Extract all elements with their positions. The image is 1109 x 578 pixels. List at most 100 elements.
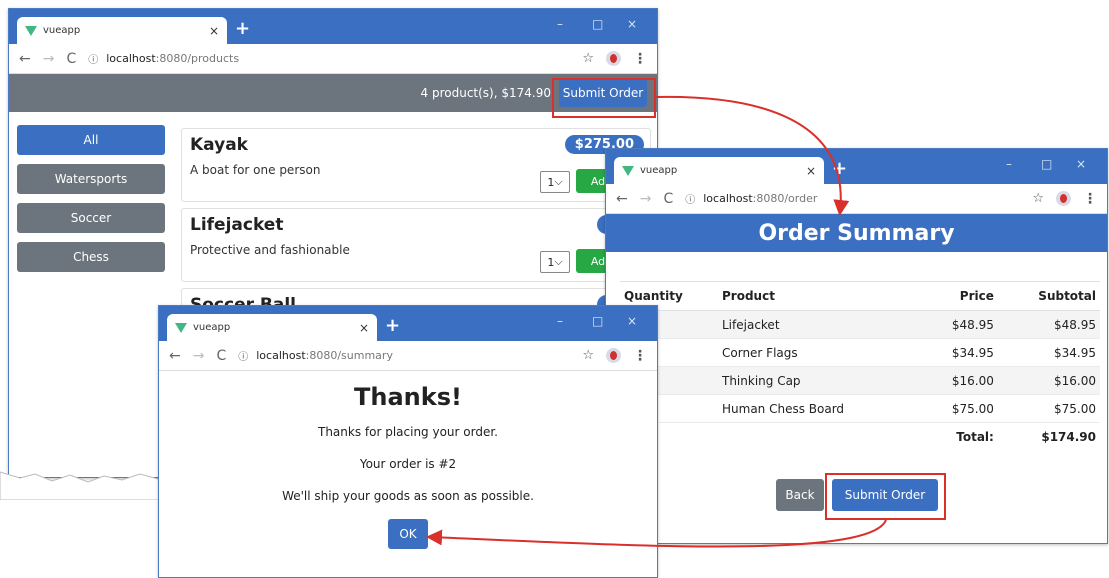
info-icon[interactable]: ⓘ	[88, 51, 98, 66]
browser-tab[interactable]: vueapp ×	[167, 314, 377, 341]
column-header: Price	[920, 281, 998, 311]
new-tab-button[interactable]: +	[385, 315, 400, 336]
info-icon[interactable]: ⓘ	[685, 191, 695, 206]
url-field[interactable]: ⓘ localhost:8080/order	[685, 191, 1032, 206]
thanks-heading: Thanks!	[354, 383, 462, 411]
product-card: Lifejacket Protective and fashionable $4…	[181, 208, 651, 282]
menu-icon[interactable]: ⋮	[633, 348, 647, 364]
summary-browser-window: vueapp × + – □ × ← → C ⓘ localhost:8080/…	[158, 305, 658, 578]
product-description: Protective and fashionable	[190, 243, 350, 257]
back-arrow-icon[interactable]: ←	[616, 191, 628, 207]
back-arrow-icon[interactable]: ←	[169, 348, 181, 364]
browser-tab[interactable]: vueapp ×	[614, 157, 824, 184]
menu-icon[interactable]: ⋮	[633, 51, 647, 67]
table-header-row: Quantity Product Price Subtotal	[620, 281, 1100, 311]
tab-title: vueapp	[640, 165, 678, 176]
extension-icon[interactable]	[606, 51, 621, 66]
quantity-select[interactable]: 1 ⌵	[540, 171, 570, 193]
category-soccer-button[interactable]: Soccer	[17, 203, 165, 233]
browser-tab[interactable]: vueapp ×	[17, 17, 227, 44]
table-row: Thinking Cap $16.00 $16.00	[620, 366, 1100, 395]
highlight-submit-products	[552, 78, 656, 118]
forward-arrow-icon[interactable]: →	[193, 348, 205, 364]
new-tab-button[interactable]: +	[235, 18, 250, 39]
price-cell: $75.00	[920, 394, 998, 423]
bookmark-star-icon[interactable]: ☆	[1032, 191, 1044, 206]
url-path: :8080/products	[155, 52, 240, 65]
table-row: Lifejacket $48.95 $48.95	[620, 310, 1100, 339]
extension-icon[interactable]	[1056, 191, 1071, 206]
column-header: Product	[718, 281, 921, 311]
product-name: Lifejacket	[190, 215, 284, 235]
price-cell: $34.95	[920, 338, 998, 367]
close-tab-icon[interactable]: ×	[806, 164, 816, 178]
price-cell: $48.95	[920, 310, 998, 339]
highlight-submit-order	[825, 473, 946, 520]
product-cell: Thinking Cap	[718, 366, 921, 395]
maximize-button[interactable]: □	[592, 314, 603, 328]
vue-logo-icon	[175, 322, 187, 333]
ok-button[interactable]: OK	[388, 519, 428, 549]
url-host: localhost	[703, 192, 753, 205]
close-tab-icon[interactable]: ×	[209, 24, 219, 38]
category-all-button[interactable]: All	[17, 125, 165, 155]
reload-icon[interactable]: C	[663, 191, 673, 207]
subtotal-cell: $16.00	[997, 366, 1100, 395]
address-bar: ← → C ⓘ localhost:8080/summary ☆ ⋮	[159, 341, 657, 371]
category-watersports-button[interactable]: Watersports	[17, 164, 165, 194]
order-number-text: Your order is #2	[359, 457, 457, 471]
subtotal-cell: $75.00	[997, 394, 1100, 423]
column-header: Subtotal	[997, 281, 1100, 311]
url-host: localhost	[106, 52, 156, 65]
forward-arrow-icon[interactable]: →	[640, 191, 652, 207]
url-path: :8080/summary	[305, 349, 393, 362]
info-icon[interactable]: ⓘ	[238, 348, 248, 363]
order-table: Quantity Product Price Subtotal Lifejack…	[620, 281, 1100, 451]
back-arrow-icon[interactable]: ←	[19, 51, 31, 67]
tab-title: vueapp	[193, 322, 231, 333]
minimize-button[interactable]: –	[557, 17, 563, 31]
vue-logo-icon	[622, 165, 634, 176]
bookmark-star-icon[interactable]: ☆	[582, 348, 594, 363]
close-window-button[interactable]: ×	[627, 314, 637, 328]
thanks-message: Thanks for placing your order.	[317, 425, 498, 439]
close-window-button[interactable]: ×	[627, 17, 637, 31]
total-label: Total:	[956, 429, 994, 444]
address-bar: ← → C ⓘ localhost:8080/products ☆ ⋮	[9, 44, 657, 74]
product-cell: Lifejacket	[718, 310, 921, 339]
vue-logo-icon	[25, 25, 37, 36]
title-bar: vueapp × + – □ ×	[159, 306, 657, 341]
url-host: localhost	[256, 349, 306, 362]
table-row: Human Chess Board $75.00 $75.00	[620, 394, 1100, 423]
reload-icon[interactable]: C	[216, 348, 226, 364]
url-field[interactable]: ⓘ localhost:8080/summary	[238, 348, 582, 363]
cart-summary-text: 4 product(s), $174.90	[420, 86, 551, 100]
table-row: Corner Flags $34.95 $34.95	[620, 338, 1100, 367]
reload-icon[interactable]: C	[66, 51, 76, 67]
url-field[interactable]: ⓘ localhost:8080/products	[88, 51, 582, 66]
subtotal-cell: $48.95	[997, 310, 1100, 339]
product-description: A boat for one person	[190, 163, 321, 177]
bookmark-star-icon[interactable]: ☆	[582, 51, 594, 66]
minimize-button[interactable]: –	[557, 314, 563, 328]
menu-icon[interactable]: ⋮	[1083, 191, 1097, 207]
close-tab-icon[interactable]: ×	[359, 321, 369, 335]
tab-title: vueapp	[43, 25, 81, 36]
extension-icon[interactable]	[606, 348, 621, 363]
product-cell: Human Chess Board	[718, 394, 921, 423]
product-cell: Corner Flags	[718, 338, 921, 367]
close-window-button[interactable]: ×	[1076, 157, 1086, 171]
thanks-content: Thanks! Thanks for placing your order. Y…	[159, 383, 657, 549]
total-value: $174.90	[1041, 429, 1096, 444]
new-tab-button[interactable]: +	[832, 158, 847, 179]
url-path: :8080/order	[752, 192, 818, 205]
minimize-button[interactable]: –	[1006, 157, 1012, 171]
price-cell: $16.00	[920, 366, 998, 395]
maximize-button[interactable]: □	[592, 17, 603, 31]
back-button[interactable]: Back	[776, 479, 824, 511]
order-summary-title: Order Summary	[606, 214, 1107, 252]
quantity-select[interactable]: 1 ⌵	[540, 251, 570, 273]
maximize-button[interactable]: □	[1041, 157, 1052, 171]
category-chess-button[interactable]: Chess	[17, 242, 165, 272]
forward-arrow-icon[interactable]: →	[43, 51, 55, 67]
